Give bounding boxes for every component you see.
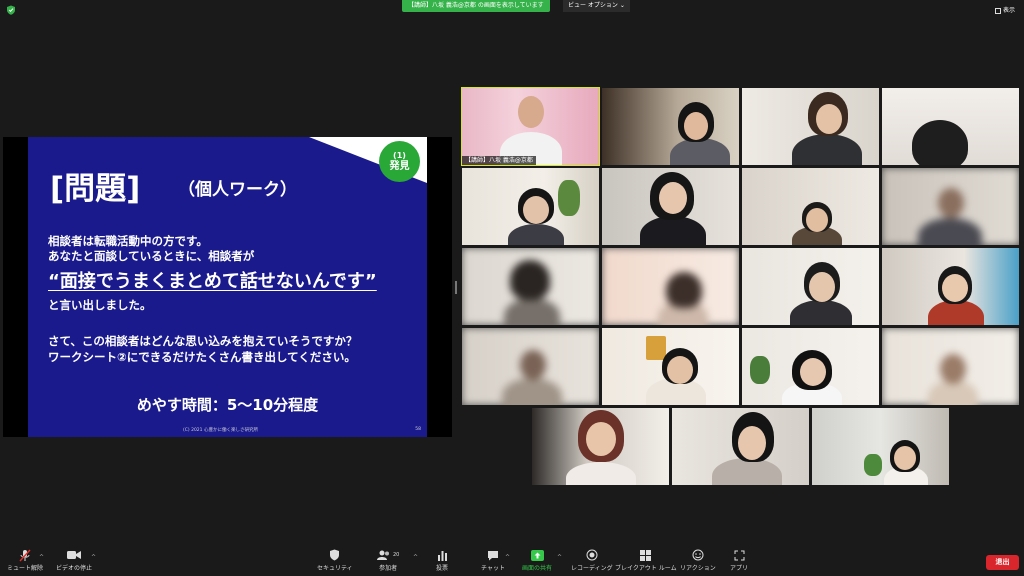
- record-icon: [586, 548, 598, 562]
- slide-line-3: と言い出しました。: [48, 298, 152, 312]
- video-tile[interactable]: [882, 248, 1019, 325]
- unmute-button[interactable]: ミュート解除: [7, 548, 43, 574]
- video-tile[interactable]: [742, 168, 879, 245]
- badge-text: 発見: [389, 160, 410, 172]
- share-screen-button[interactable]: 画面の共有: [522, 548, 552, 574]
- participants-chevron-icon[interactable]: ^: [413, 554, 418, 561]
- grid-icon: [994, 8, 1001, 14]
- shield-icon: [329, 548, 340, 562]
- video-tile[interactable]: [882, 328, 1019, 405]
- video-tile[interactable]: [602, 88, 739, 165]
- participant-name: 【講師】八坂 義浩@京都: [462, 156, 536, 165]
- view-options-button[interactable]: ビュー オプション ⌄: [563, 0, 630, 12]
- apps-button[interactable]: アプリ: [730, 548, 748, 574]
- chat-button[interactable]: チャット: [481, 548, 505, 574]
- security-button[interactable]: セキュリティ: [317, 548, 353, 574]
- video-tile[interactable]: [602, 248, 739, 325]
- shared-screen: (1) 発見 [問題] （個人ワーク） 相談者は転職活動中の方です。 あなたと面…: [3, 137, 452, 437]
- participants-count: 20: [393, 552, 400, 558]
- slide-title: [問題]: [50, 171, 141, 207]
- stop-video-label: ビデオの停止: [56, 565, 93, 572]
- slide-subtitle: （個人ワーク）: [178, 180, 297, 200]
- video-tile[interactable]: [462, 168, 599, 245]
- display-button[interactable]: 表示: [992, 5, 1018, 17]
- breakout-rooms-button[interactable]: ブレイクアウト ルーム: [615, 548, 677, 574]
- slide-copyright: (C) 2021 心豊かに働く楽しさ研究所: [183, 428, 258, 433]
- slide-badge: (1) 発見: [379, 141, 420, 182]
- record-button[interactable]: レコーディング: [571, 548, 613, 574]
- muted-mic-icon: [19, 548, 31, 562]
- video-tile[interactable]: [742, 88, 879, 165]
- chat-bubble-icon: [487, 548, 499, 562]
- security-label: セキュリティ: [317, 565, 353, 572]
- video-options-chevron-icon[interactable]: ^: [91, 554, 96, 561]
- participants-icon: 20: [377, 548, 399, 562]
- slide-line-4: さて、この相談者はどんな思い込みを抱えていそうですか？: [48, 334, 358, 348]
- video-tile[interactable]: [672, 408, 809, 485]
- display-label: 表示: [1002, 7, 1015, 14]
- security-shield-icon[interactable]: [6, 5, 16, 15]
- slide-line-2: あなたと面談しているときに、相談者が: [48, 249, 255, 263]
- apps-icon: [734, 548, 745, 562]
- video-tile[interactable]: [742, 248, 879, 325]
- smiley-icon: [692, 548, 704, 562]
- video-tile[interactable]: [882, 88, 1019, 165]
- video-tile[interactable]: [812, 408, 949, 485]
- audio-options-chevron-icon[interactable]: ^: [39, 554, 44, 561]
- leave-button[interactable]: 退出: [986, 555, 1019, 570]
- top-bar: 【講師】八坂 義浩@京都 の画面を表示しています ビュー オプション ⌄ 表示: [0, 0, 1024, 20]
- chat-chevron-icon[interactable]: ^: [505, 554, 510, 561]
- participants-button[interactable]: 20 参加者: [377, 548, 399, 574]
- slide-line-1: 相談者は転職活動中の方です。: [48, 234, 208, 248]
- badge-number: (1): [393, 150, 406, 160]
- slide-page-number: 58: [415, 427, 421, 432]
- slide-line-5: ワークシート②にできるだけたくさん書き出してください。: [48, 350, 356, 364]
- video-tile[interactable]: [882, 168, 1019, 245]
- screen-share-banner: 【講師】八坂 義浩@京都 の画面を表示しています: [402, 0, 550, 12]
- apps-label: アプリ: [730, 565, 749, 572]
- share-screen-icon: [530, 548, 544, 562]
- share-screen-label: 画面の共有: [522, 565, 553, 572]
- record-label: レコーディング: [571, 565, 613, 572]
- unmute-label: ミュート解除: [7, 565, 44, 572]
- breakout-rooms-label: ブレイクアウト ルーム: [615, 565, 677, 572]
- slide: (1) 発見 [問題] （個人ワーク） 相談者は転職活動中の方です。 あなたと面…: [28, 137, 427, 437]
- panel-splitter-handle[interactable]: [455, 281, 457, 294]
- video-tile-host[interactable]: 【講師】八坂 義浩@京都: [461, 87, 600, 166]
- slide-quote: “面接でうまくまとめて話せないんです”: [48, 271, 377, 292]
- video-camera-icon: [67, 548, 81, 562]
- video-tile[interactable]: [742, 328, 879, 405]
- chat-label: チャット: [481, 565, 505, 572]
- video-tile[interactable]: [532, 408, 669, 485]
- participants-label: 参加者: [379, 565, 398, 572]
- polls-button[interactable]: 投票: [436, 548, 448, 574]
- stop-video-button[interactable]: ビデオの停止: [56, 548, 92, 574]
- reactions-button[interactable]: リアクション: [680, 548, 716, 574]
- meeting-toolbar: ミュート解除 ^ ビデオの停止 ^ セキュリティ 20 参加者 ^ 投票 チャッ…: [0, 544, 1024, 576]
- reactions-label: リアクション: [680, 565, 716, 572]
- polls-label: 投票: [436, 565, 449, 572]
- video-tile[interactable]: [462, 248, 599, 325]
- video-tile[interactable]: [602, 168, 739, 245]
- share-options-chevron-icon[interactable]: ^: [557, 554, 562, 561]
- video-tile[interactable]: [462, 328, 599, 405]
- slide-time: めやす時間：5〜10分程度: [136, 396, 319, 414]
- video-tile[interactable]: [602, 328, 739, 405]
- bar-chart-icon: [437, 548, 448, 562]
- breakout-rooms-icon: [640, 548, 652, 562]
